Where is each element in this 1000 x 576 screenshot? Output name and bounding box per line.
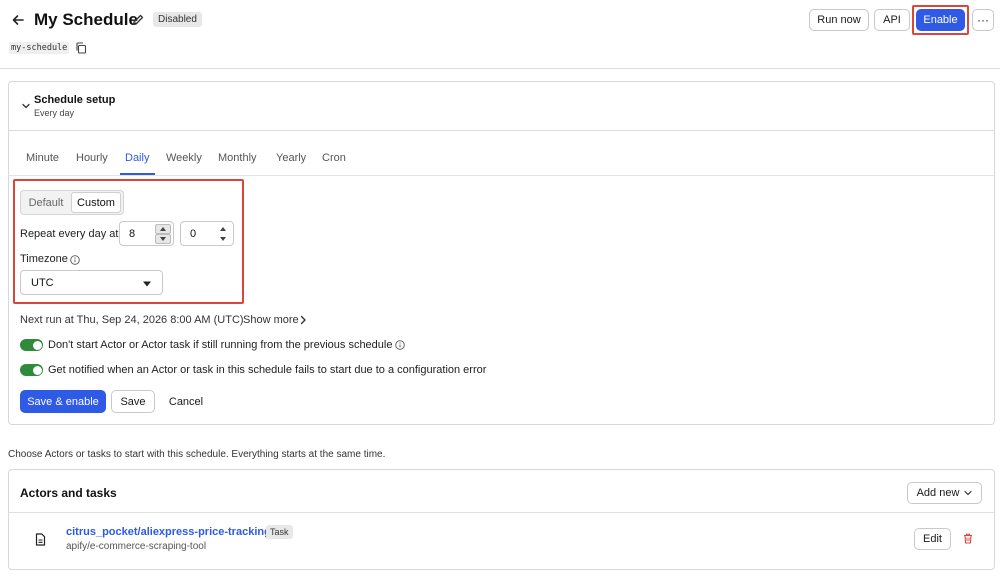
minute-value[interactable]: 0 [190,228,196,240]
task-name-link[interactable]: citrus_pocket/aliexpress-price-tracking [66,526,271,538]
tab-monthly[interactable]: Monthly [218,152,257,164]
actors-card [8,469,995,570]
caret-up-icon[interactable] [155,224,171,234]
more-actions-button[interactable]: ··· [972,9,994,31]
api-button[interactable]: API [874,9,910,31]
trash-icon[interactable] [963,533,973,544]
actors-divider [9,512,994,513]
schedule-setup-title[interactable]: Schedule setup [34,94,115,106]
caret-down-icon[interactable] [155,234,171,244]
save-and-enable-button[interactable]: Save & enable [20,390,106,413]
schedule-setup-subtitle: Every day [34,108,75,118]
caret-down-icon [143,281,151,287]
timezone-label: Timezone [20,253,68,265]
caret-up-icon[interactable] [215,224,231,234]
next-run-text: Next run at Thu, Sep 24, 2026 8:00 AM (U… [20,314,244,326]
hour-value[interactable]: 8 [129,228,135,240]
add-new-label: Add new [916,487,960,499]
minute-stepper[interactable]: 0 [180,221,234,246]
skip-if-running-toggle[interactable] [20,339,43,351]
setup-divider [9,130,994,131]
task-badge: Task [266,525,293,539]
tab-hourly[interactable]: Hourly [76,152,108,164]
enable-button[interactable]: Enable [916,9,965,31]
chevron-down-icon [964,490,973,496]
page-title: My Schedule [34,10,138,29]
edit-task-button[interactable]: Edit [914,528,951,550]
tab-weekly[interactable]: Weekly [166,152,202,164]
notify-on-failure-label: Get notified when an Actor or task in th… [48,364,487,376]
info-icon[interactable] [395,340,405,350]
chevron-down-icon[interactable] [21,101,31,111]
run-now-button[interactable]: Run now [809,9,869,31]
notify-on-failure-toggle[interactable] [20,364,43,376]
add-new-button[interactable]: Add new [907,482,982,504]
info-icon[interactable] [70,255,80,265]
tab-minute[interactable]: Minute [26,152,59,164]
mode-default-option[interactable]: Default [22,192,70,213]
repeat-label: Repeat every day at [20,228,119,240]
status-badge: Disabled [153,12,202,27]
save-button[interactable]: Save [111,390,155,413]
back-arrow-icon[interactable] [10,12,26,28]
skip-if-running-label: Don't start Actor or Actor task if still… [48,339,393,351]
show-more-link[interactable]: Show more [243,314,299,326]
tab-cron[interactable]: Cron [322,152,346,164]
task-subtitle: apify/e-commerce-scraping-tool [66,541,207,552]
pencil-icon[interactable] [131,13,145,27]
hour-stepper[interactable]: 8 [119,221,174,246]
chevron-right-icon[interactable] [299,315,307,325]
cancel-button[interactable]: Cancel [160,390,212,413]
tab-daily[interactable]: Daily [125,152,149,164]
timezone-select[interactable]: UTC [20,270,163,295]
document-icon [35,533,46,546]
copy-icon[interactable] [75,42,87,54]
actors-intro-text: Choose Actors or tasks to start with thi… [8,449,386,460]
header-divider [0,68,1000,69]
tab-yearly[interactable]: Yearly [276,152,306,164]
tabs-divider [9,175,994,176]
actors-title: Actors and tasks [20,486,117,500]
schedule-slug: my-schedule [9,42,70,54]
mode-custom-option[interactable]: Custom [71,192,121,213]
timezone-value: UTC [31,277,54,289]
caret-down-icon[interactable] [215,234,231,244]
